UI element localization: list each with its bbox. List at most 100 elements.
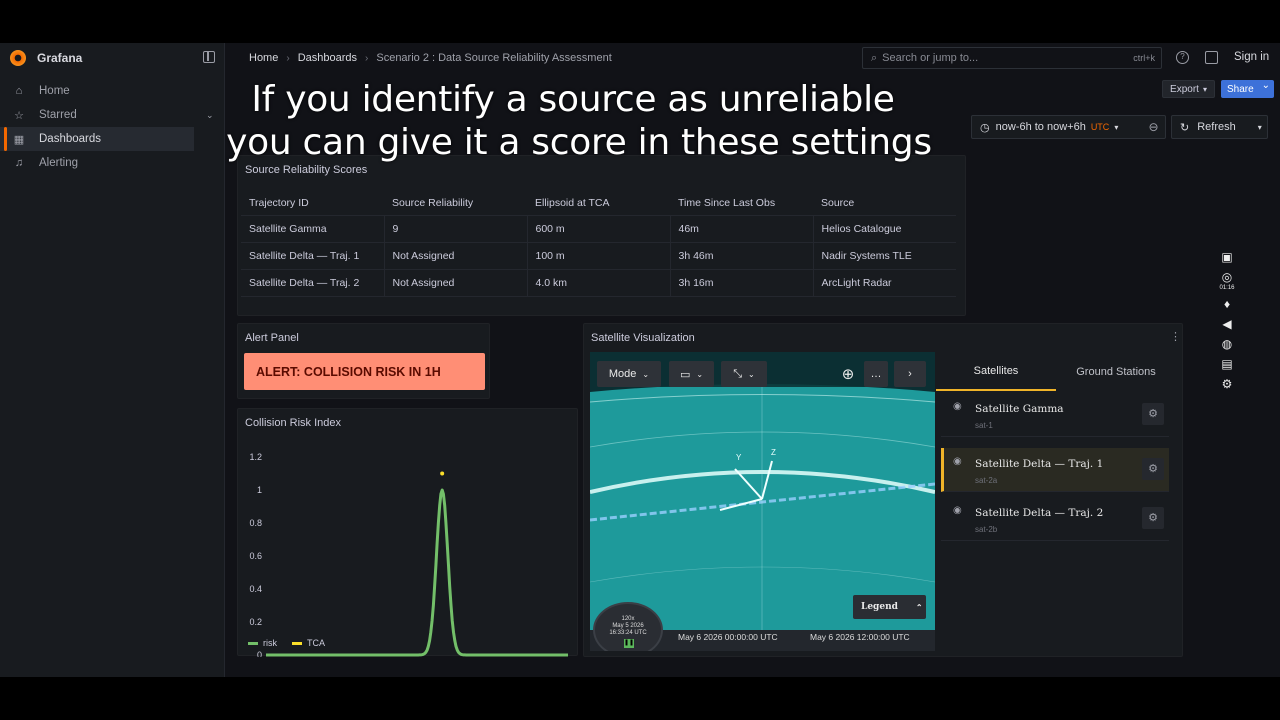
satellite-id: sat-2b (975, 525, 998, 534)
top-bar: Home › Dashboards › Scenario 2 : Data So… (226, 43, 1280, 73)
camera-icon[interactable]: ▣ (1216, 250, 1238, 264)
satellite-item[interactable]: ◉ Satellite Delta — Traj. 2 sat-2b ⚙ (941, 497, 1169, 541)
more-button[interactable]: … (864, 361, 888, 387)
recorder-time: 01:16 (1219, 285, 1235, 291)
caption-line-1: If you identify a source as unreliable (251, 79, 895, 120)
window-icon[interactable]: ▤ (1216, 357, 1238, 371)
microphone-icon[interactable]: ♦ (1216, 297, 1238, 311)
legend-label: TCA (307, 638, 325, 648)
table-cell: 4.0 km (527, 269, 671, 297)
webcam-icon[interactable]: ◍ (1216, 337, 1238, 351)
table-cell: Helios Catalogue (813, 215, 956, 243)
eye-icon[interactable]: ◉ (953, 505, 962, 516)
globe-viewport[interactable]: Y Z Mode ⌄ ▭ ⌄ ⤡ ⌄ ⊕ … › Legend ⌃ 120x M… (590, 352, 935, 651)
chevron-down-icon: ⌄ (748, 369, 755, 379)
share-button[interactable]: Share (1221, 80, 1274, 98)
table-cell: 46m (670, 215, 814, 243)
legend-swatch (292, 642, 302, 645)
expand-panel-button[interactable]: › (894, 361, 926, 387)
eye-icon[interactable]: ◉ (953, 456, 962, 467)
clock-time: 16:33:24 UTC (609, 630, 647, 636)
tab-ground-stations[interactable]: Ground Stations (1056, 352, 1176, 391)
timeline-label: May 6 2026 12:00:00 UTC (810, 632, 910, 642)
globe-icon: ⊕ (841, 366, 855, 383)
axes-icon: ⤡ (733, 367, 743, 380)
table-cell: 600 m (527, 215, 671, 243)
table-cell: 100 m (527, 242, 671, 270)
record-icon[interactable]: ◎ (1216, 270, 1238, 284)
gear-icon[interactable]: ⚙ (1142, 507, 1164, 529)
play-pause-button[interactable]: ❚❚ (624, 639, 634, 648)
legend-button[interactable]: Legend ⌃ (853, 595, 926, 619)
column-header[interactable]: Source (813, 192, 956, 216)
satellite-name: Satellite Delta — Traj. 1 (975, 458, 1104, 470)
y-tick-label: 0.6 (249, 551, 262, 561)
legend-label: Legend (861, 602, 898, 612)
timeline-label: May 6 2026 00:00:00 UTC (678, 632, 778, 642)
timeline[interactable]: May 6 2026 00:00:00 UTC May 6 2026 12:00… (668, 631, 935, 651)
eye-icon[interactable]: ◉ (953, 401, 962, 412)
reliability-table: Trajectory ID Source Reliability Ellipso… (241, 192, 956, 297)
column-header[interactable]: Ellipsoid at TCA (527, 192, 670, 216)
camera-dropdown[interactable]: ▭ ⌄ (669, 361, 714, 387)
axes-dropdown[interactable]: ⤡ ⌄ (721, 361, 767, 387)
help-icon[interactable]: ? (1176, 51, 1189, 64)
chevron-down-icon: ⌄ (696, 369, 704, 379)
satellite-item-selected[interactable]: ◉ Satellite Delta — Traj. 1 sat-2a ⚙ (941, 448, 1169, 492)
video-camera-icon: ▭ (679, 368, 691, 381)
satellite-id: sat-2a (975, 476, 998, 485)
search-input[interactable]: ⌕ Search or jump to... ctrl+k (862, 47, 1162, 69)
satellite-name: Satellite Gamma (975, 403, 1064, 415)
settings-gear-icon[interactable]: ⚙ (1216, 377, 1238, 391)
mode-dropdown[interactable]: Mode ⌄ (597, 361, 661, 387)
y-tick-label: 0.8 (249, 518, 262, 528)
more-icon: … (870, 368, 882, 380)
y-tick-label: 0 (257, 650, 262, 657)
table-cell: Nadir Systems TLE (813, 242, 956, 270)
column-header[interactable]: Source Reliability (384, 192, 527, 216)
dock-menu-icon[interactable] (203, 51, 215, 63)
tca-point (440, 471, 445, 476)
breadcrumb-current: Scenario 2 : Data Source Reliability Ass… (376, 52, 612, 64)
y-tick-label: 0.4 (249, 584, 262, 594)
table-cell: Satellite Gamma (241, 215, 385, 243)
chevron-right-icon: › (908, 368, 912, 380)
satellite-item[interactable]: ◉ Satellite Gamma sat-1 ⚙ (941, 393, 1169, 437)
search-icon: ⌕ (871, 51, 878, 64)
y-tick-label: 1 (257, 485, 262, 495)
table-cell: 3h 16m (670, 269, 814, 297)
table-row: Satellite Delta — Traj. 2 Not Assigned 4… (241, 269, 956, 297)
table-header-row: Trajectory ID Source Reliability Ellipso… (241, 192, 956, 216)
clock-date: May 5 2026 (612, 623, 644, 629)
globe-button[interactable]: ⊕ (835, 361, 861, 387)
table-cell: Satellite Delta — Traj. 2 (241, 269, 385, 297)
breadcrumb-home[interactable]: Home (249, 52, 278, 64)
signin-link[interactable]: Sign in (1234, 51, 1269, 63)
brand[interactable]: Grafana (0, 43, 224, 73)
gear-icon[interactable]: ⚙ (1142, 458, 1164, 480)
gear-icon[interactable]: ⚙ (1142, 403, 1164, 425)
mode-label: Mode (608, 368, 637, 380)
legend-swatch (248, 642, 258, 645)
alert-panel: Alert Panel ALERT: COLLISION RISK IN 1H (237, 323, 490, 399)
column-header[interactable]: Trajectory ID (241, 192, 384, 216)
animation-clock[interactable]: 120x May 5 2026 16:33:24 UTC ❚❚ (593, 602, 663, 651)
speaker-icon[interactable]: ◀ (1216, 317, 1238, 331)
risk-series-line (265, 488, 569, 657)
column-header[interactable]: Time Since Last Obs (670, 192, 813, 216)
table-cell: 9 (384, 215, 528, 243)
tab-satellites[interactable]: Satellites (936, 352, 1056, 391)
table-cell: Satellite Delta — Traj. 1 (241, 242, 385, 270)
chevron-down-icon: ⌄ (642, 369, 650, 379)
breadcrumb-dashboards[interactable]: Dashboards (298, 52, 357, 64)
monitor-icon[interactable] (1205, 51, 1218, 64)
chevron-up-icon: ⌃ (915, 602, 923, 612)
table-row: Satellite Delta — Traj. 1 Not Assigned 1… (241, 242, 956, 270)
panel-menu-icon[interactable]: ⋮ (1170, 330, 1181, 343)
chevron-right-icon: › (365, 52, 369, 64)
chevron-right-icon: › (286, 52, 290, 64)
clock-speed: 120x (621, 616, 635, 622)
satellite-name: Satellite Delta — Traj. 2 (975, 507, 1104, 519)
table-cell: Not Assigned (384, 269, 528, 297)
satellite-id: sat-1 (975, 421, 993, 430)
